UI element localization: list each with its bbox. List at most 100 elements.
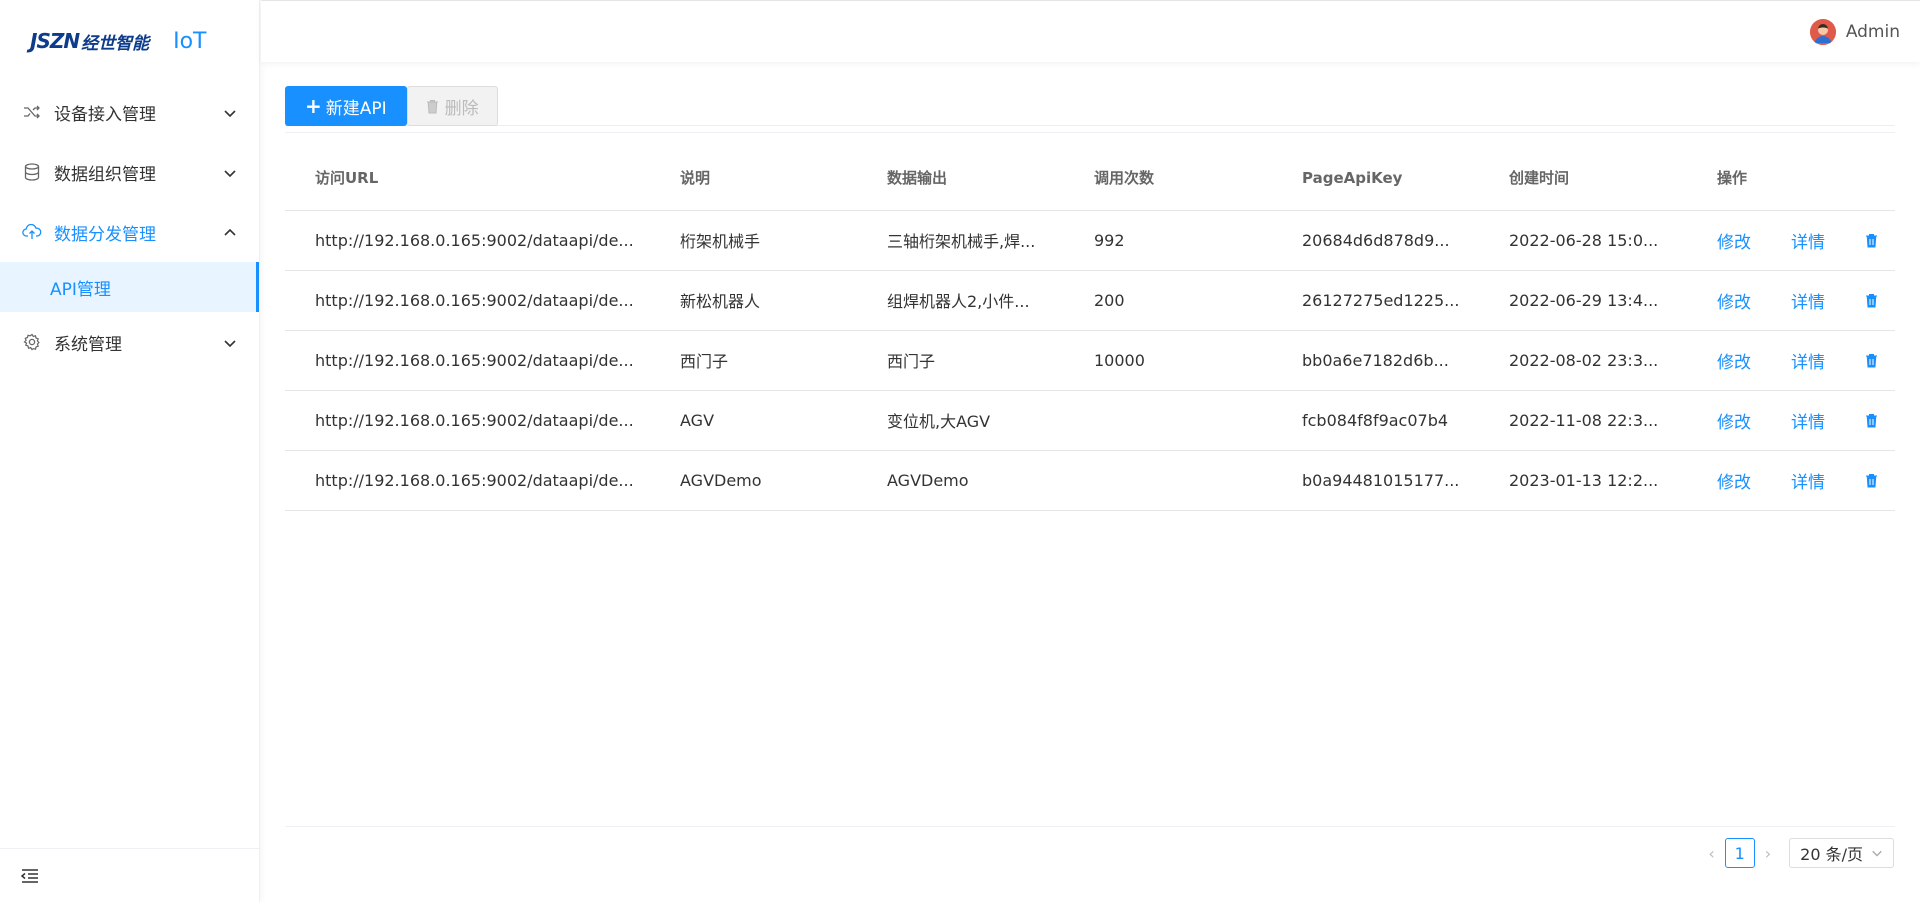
table-header: 访问URL 说明 数据输出 调用次数 PageApiKey 创建时间 操作	[285, 146, 1895, 211]
menu-fold-icon[interactable]	[20, 868, 40, 884]
sidebar-item-api-management[interactable]: API管理	[0, 262, 259, 312]
cell-calls: 200	[1064, 270, 1272, 331]
cell-actions: 修改 详情	[1687, 450, 1895, 511]
page-size-label: 20 条/页	[1800, 845, 1863, 864]
column-header: 操作	[1687, 146, 1895, 211]
sidebar-item-label: 数据分发管理	[54, 224, 156, 245]
chevron-down-icon	[223, 165, 237, 179]
sidebar-item-label: 数据组织管理	[54, 164, 156, 185]
plus-icon: +	[305, 94, 322, 118]
database-icon	[22, 162, 42, 182]
column-header: 调用次数	[1064, 146, 1272, 211]
cell-output: 组焊机器人2,小件...	[857, 270, 1064, 331]
sidebar-item-label: 系统管理	[54, 334, 122, 355]
cell-key: fcb084f8f9ac07b4	[1272, 390, 1479, 451]
chevron-down-icon	[1871, 844, 1883, 863]
cell-output: AGVDemo	[857, 450, 1064, 511]
sidebar-item-device-access[interactable]: 设备接入管理	[0, 82, 259, 142]
cell-key: 20684d6d878d9...	[1272, 210, 1479, 271]
edit-link[interactable]: 修改	[1717, 468, 1751, 493]
cell-actions: 修改 详情	[1687, 270, 1895, 331]
cell-key: bb0a6e7182d6b...	[1272, 330, 1479, 391]
column-header: 数据输出	[857, 146, 1064, 211]
cell-actions: 修改 详情	[1687, 390, 1895, 451]
column-header: 创建时间	[1479, 146, 1687, 211]
table-row: http://192.168.0.165:9002/dataapi/de... …	[285, 330, 1895, 391]
cloud-upload-icon	[22, 222, 42, 242]
edit-link[interactable]: 修改	[1717, 228, 1751, 253]
table-body: http://192.168.0.165:9002/dataapi/de... …	[285, 210, 1895, 511]
shuffle-icon	[22, 102, 42, 122]
cell-created: 2023-01-13 12:2...	[1479, 450, 1687, 511]
cell-output: 变位机,大AGV	[857, 390, 1064, 451]
user-name: Admin	[1845, 22, 1900, 42]
next-page-icon[interactable]: ›	[1765, 844, 1771, 863]
table-row: http://192.168.0.165:9002/dataapi/de... …	[285, 450, 1895, 511]
new-api-label: 新建API	[325, 98, 387, 119]
page-number[interactable]: 1	[1724, 838, 1755, 868]
cell-output: 三轴桁架机械手,焊...	[857, 210, 1064, 271]
trash-icon[interactable]	[1865, 473, 1878, 488]
cell-key: b0a94481015177...	[1272, 450, 1479, 511]
product-name: IoT	[173, 28, 207, 54]
column-header: PageApiKey	[1272, 146, 1479, 211]
detail-link[interactable]: 详情	[1791, 408, 1825, 433]
pagination-divider	[285, 826, 1895, 827]
new-api-button[interactable]: + 新建API	[285, 86, 407, 126]
edit-link[interactable]: 修改	[1717, 408, 1751, 433]
cell-url: http://192.168.0.165:9002/dataapi/de...	[285, 270, 650, 331]
cell-desc: 西门子	[650, 330, 857, 391]
cell-desc: AGV	[650, 390, 857, 451]
sidebar-item-data-dist[interactable]: 数据分发管理	[0, 202, 259, 262]
user-menu[interactable]: Admin	[1809, 19, 1900, 45]
logo: JSZN 经世智能 IoT	[0, 0, 259, 82]
cell-calls	[1064, 390, 1272, 451]
logo-cn: 经世智能	[81, 33, 150, 54]
cell-desc: 新松机器人	[650, 270, 857, 331]
table-row: http://192.168.0.165:9002/dataapi/de... …	[285, 390, 1895, 451]
trash-icon	[426, 99, 439, 114]
gear-icon	[22, 332, 42, 352]
prev-page-icon[interactable]: ‹	[1708, 844, 1714, 863]
column-header: 说明	[650, 146, 857, 211]
detail-link[interactable]: 详情	[1791, 228, 1825, 253]
sidebar-item-data-org[interactable]: 数据组织管理	[0, 142, 259, 202]
edit-link[interactable]: 修改	[1717, 348, 1751, 373]
cell-created: 2022-06-28 15:0...	[1479, 210, 1687, 271]
trash-icon[interactable]	[1865, 233, 1878, 248]
column-header: 访问URL	[285, 146, 650, 211]
pagination: ‹ 1 › 20 条/页	[1698, 838, 1894, 868]
chevron-up-icon	[223, 225, 237, 239]
delete-label: 删除	[444, 98, 479, 119]
cell-actions: 修改 详情	[1687, 330, 1895, 391]
cell-created: 2022-08-02 23:3...	[1479, 330, 1687, 391]
sidebar-item-system[interactable]: 系统管理	[0, 312, 259, 372]
sidebar-menu: 设备接入管理 数据组织管理 数据分发管理 API管理 系统管理	[0, 82, 259, 372]
detail-link[interactable]: 详情	[1791, 288, 1825, 313]
sidebar-footer	[0, 848, 260, 902]
trash-icon[interactable]	[1865, 413, 1878, 428]
detail-link[interactable]: 详情	[1791, 468, 1825, 493]
delete-button[interactable]: 删除	[406, 86, 498, 126]
sidebar: JSZN 经世智能 IoT 设备接入管理 数据组织管理 数据分发管理 API管理…	[0, 0, 260, 902]
logo-mark: JSZN	[30, 29, 80, 53]
cell-url: http://192.168.0.165:9002/dataapi/de...	[285, 450, 650, 511]
trash-icon[interactable]	[1865, 353, 1878, 368]
cell-output: 西门子	[857, 330, 1064, 391]
detail-link[interactable]: 详情	[1791, 348, 1825, 373]
chevron-down-icon	[223, 105, 237, 119]
edit-link[interactable]: 修改	[1717, 288, 1751, 313]
cell-actions: 修改 详情	[1687, 210, 1895, 271]
main-content: + 新建API 删除 访问URL 说明 数据输出 调用次数 PageApiKey…	[285, 86, 1895, 511]
page-size-select[interactable]: 20 条/页	[1789, 838, 1894, 868]
cell-desc: AGVDemo	[650, 450, 857, 511]
sidebar-item-label: 设备接入管理	[54, 104, 156, 125]
table-row: http://192.168.0.165:9002/dataapi/de... …	[285, 210, 1895, 271]
trash-icon[interactable]	[1865, 293, 1878, 308]
toolbar-divider	[285, 132, 1895, 133]
api-table: 访问URL 说明 数据输出 调用次数 PageApiKey 创建时间 操作 ht…	[285, 146, 1895, 511]
chevron-down-icon	[223, 335, 237, 349]
top-header: Admin	[261, 0, 1920, 62]
cell-desc: 桁架机械手	[650, 210, 857, 271]
cell-calls: 10000	[1064, 330, 1272, 391]
